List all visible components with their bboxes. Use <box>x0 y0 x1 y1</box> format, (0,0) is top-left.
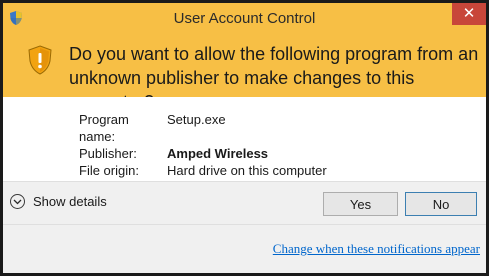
link-bar: Change when these notifications appear <box>3 224 486 273</box>
program-name-value: Setup.exe <box>167 112 226 127</box>
program-name-row: Program name: Setup.exe <box>79 111 327 145</box>
yes-button[interactable]: Yes <box>323 192 398 216</box>
publisher-value: Amped Wireless <box>167 146 269 161</box>
uac-dialog: User Account Control ✕ Do you want to al… <box>0 0 489 276</box>
close-button[interactable]: ✕ <box>452 3 486 25</box>
chevron-down-icon <box>10 194 25 209</box>
program-details: Program name: Setup.exe Publisher: Amped… <box>3 97 486 181</box>
no-button[interactable]: No <box>405 192 477 216</box>
file-origin-value: Hard drive on this computer <box>167 163 327 178</box>
title-bar: User Account Control ✕ <box>3 3 486 33</box>
window-title: User Account Control <box>173 10 316 27</box>
change-notifications-link[interactable]: Change when these notifications appear <box>273 241 480 257</box>
show-details-label: Show details <box>33 194 107 209</box>
prompt-banner: Do you want to allow the following progr… <box>3 33 486 112</box>
show-details-toggle[interactable]: Show details <box>10 194 107 209</box>
file-origin-row: File origin: Hard drive on this computer <box>79 162 327 179</box>
publisher-row: Publisher: Amped Wireless <box>79 145 327 162</box>
file-origin-label: File origin: <box>79 163 139 178</box>
publisher-label: Publisher: <box>79 146 137 161</box>
warning-shield-icon <box>27 45 53 75</box>
program-name-label: Program name: <box>79 112 129 144</box>
button-bar: Show details Yes No <box>3 181 486 224</box>
close-icon: ✕ <box>462 5 476 22</box>
details-table: Program name: Setup.exe Publisher: Amped… <box>79 111 327 179</box>
